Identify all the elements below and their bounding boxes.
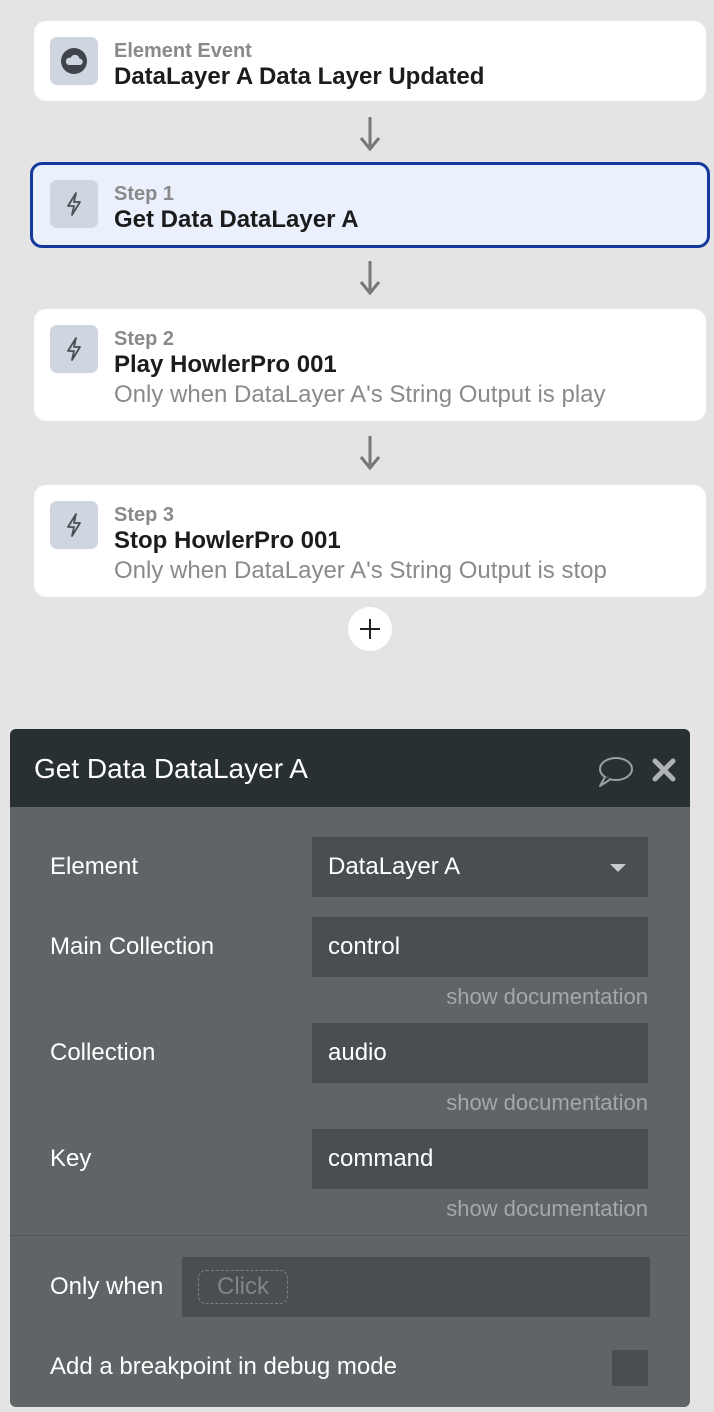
step-2-title: Play HowlerPro 001 (114, 351, 337, 378)
main-collection-doc-link[interactable]: show documentation (446, 984, 648, 1010)
step-1-subtitle: Step 1 (114, 183, 175, 205)
only-when-input[interactable]: Click (182, 1257, 650, 1317)
chevron-down-icon (610, 864, 626, 872)
breakpoint-label: Add a breakpoint in debug mode (50, 1353, 397, 1380)
plus-icon (360, 619, 380, 639)
element-dropdown[interactable]: DataLayer A (312, 837, 648, 897)
step-3-title: Stop HowlerPro 001 (114, 527, 341, 554)
arrow-down-icon (359, 117, 381, 152)
step-3-condition: Only when DataLayer A's String Output is… (114, 557, 607, 584)
add-step-button[interactable] (348, 607, 392, 651)
step-2-icon-box (50, 325, 98, 373)
lightning-icon (67, 513, 81, 537)
comment-bubble-icon[interactable] (596, 755, 634, 789)
lightning-icon (67, 192, 81, 216)
step-2-subtitle: Step 2 (114, 328, 175, 350)
event-icon-box (50, 37, 98, 85)
step-3-icon-box (50, 501, 98, 549)
event-title: DataLayer A Data Layer Updated (114, 63, 485, 90)
close-icon[interactable] (651, 757, 677, 783)
collection-doc-link[interactable]: show documentation (446, 1090, 648, 1116)
properties-panel: Get Data DataLayer A Element DataLayer A… (10, 729, 690, 1407)
main-collection-label: Main Collection (50, 933, 215, 960)
step-2-condition: Only when DataLayer A's String Output is… (114, 381, 606, 408)
key-label: Key (50, 1145, 92, 1172)
main-collection-input[interactable]: control (312, 917, 648, 977)
collection-input[interactable]: audio (312, 1023, 648, 1083)
step-1-icon-box (50, 180, 98, 228)
element-label: Element (50, 853, 139, 880)
only-when-label: Only when (50, 1273, 164, 1300)
event-subtitle: Element Event (114, 40, 252, 62)
panel-title: Get Data DataLayer A (34, 753, 308, 784)
step-card-3[interactable]: Step 3 Stop HowlerPro 001 Only when Data… (34, 485, 706, 597)
arrow-down-icon (359, 436, 381, 471)
lightning-icon (67, 337, 81, 361)
panel-header: Get Data DataLayer A (10, 729, 690, 807)
element-value: DataLayer A (328, 853, 461, 880)
breakpoint-checkbox[interactable] (612, 1350, 648, 1386)
event-card[interactable]: Element Event DataLayer A Data Layer Upd… (34, 21, 706, 101)
step-card-1[interactable]: Step 1 Get Data DataLayer A (30, 162, 710, 248)
click-placeholder[interactable]: Click (198, 1270, 288, 1304)
arrow-down-icon (359, 261, 381, 296)
step-card-2[interactable]: Step 2 Play HowlerPro 001 Only when Data… (34, 309, 706, 421)
key-doc-link[interactable]: show documentation (446, 1196, 648, 1222)
step-1-title: Get Data DataLayer A (114, 206, 359, 233)
panel-divider (10, 1235, 690, 1236)
step-3-subtitle: Step 3 (114, 504, 175, 526)
cloud-icon (61, 48, 87, 74)
key-input[interactable]: command (312, 1129, 648, 1189)
collection-label: Collection (50, 1039, 156, 1066)
